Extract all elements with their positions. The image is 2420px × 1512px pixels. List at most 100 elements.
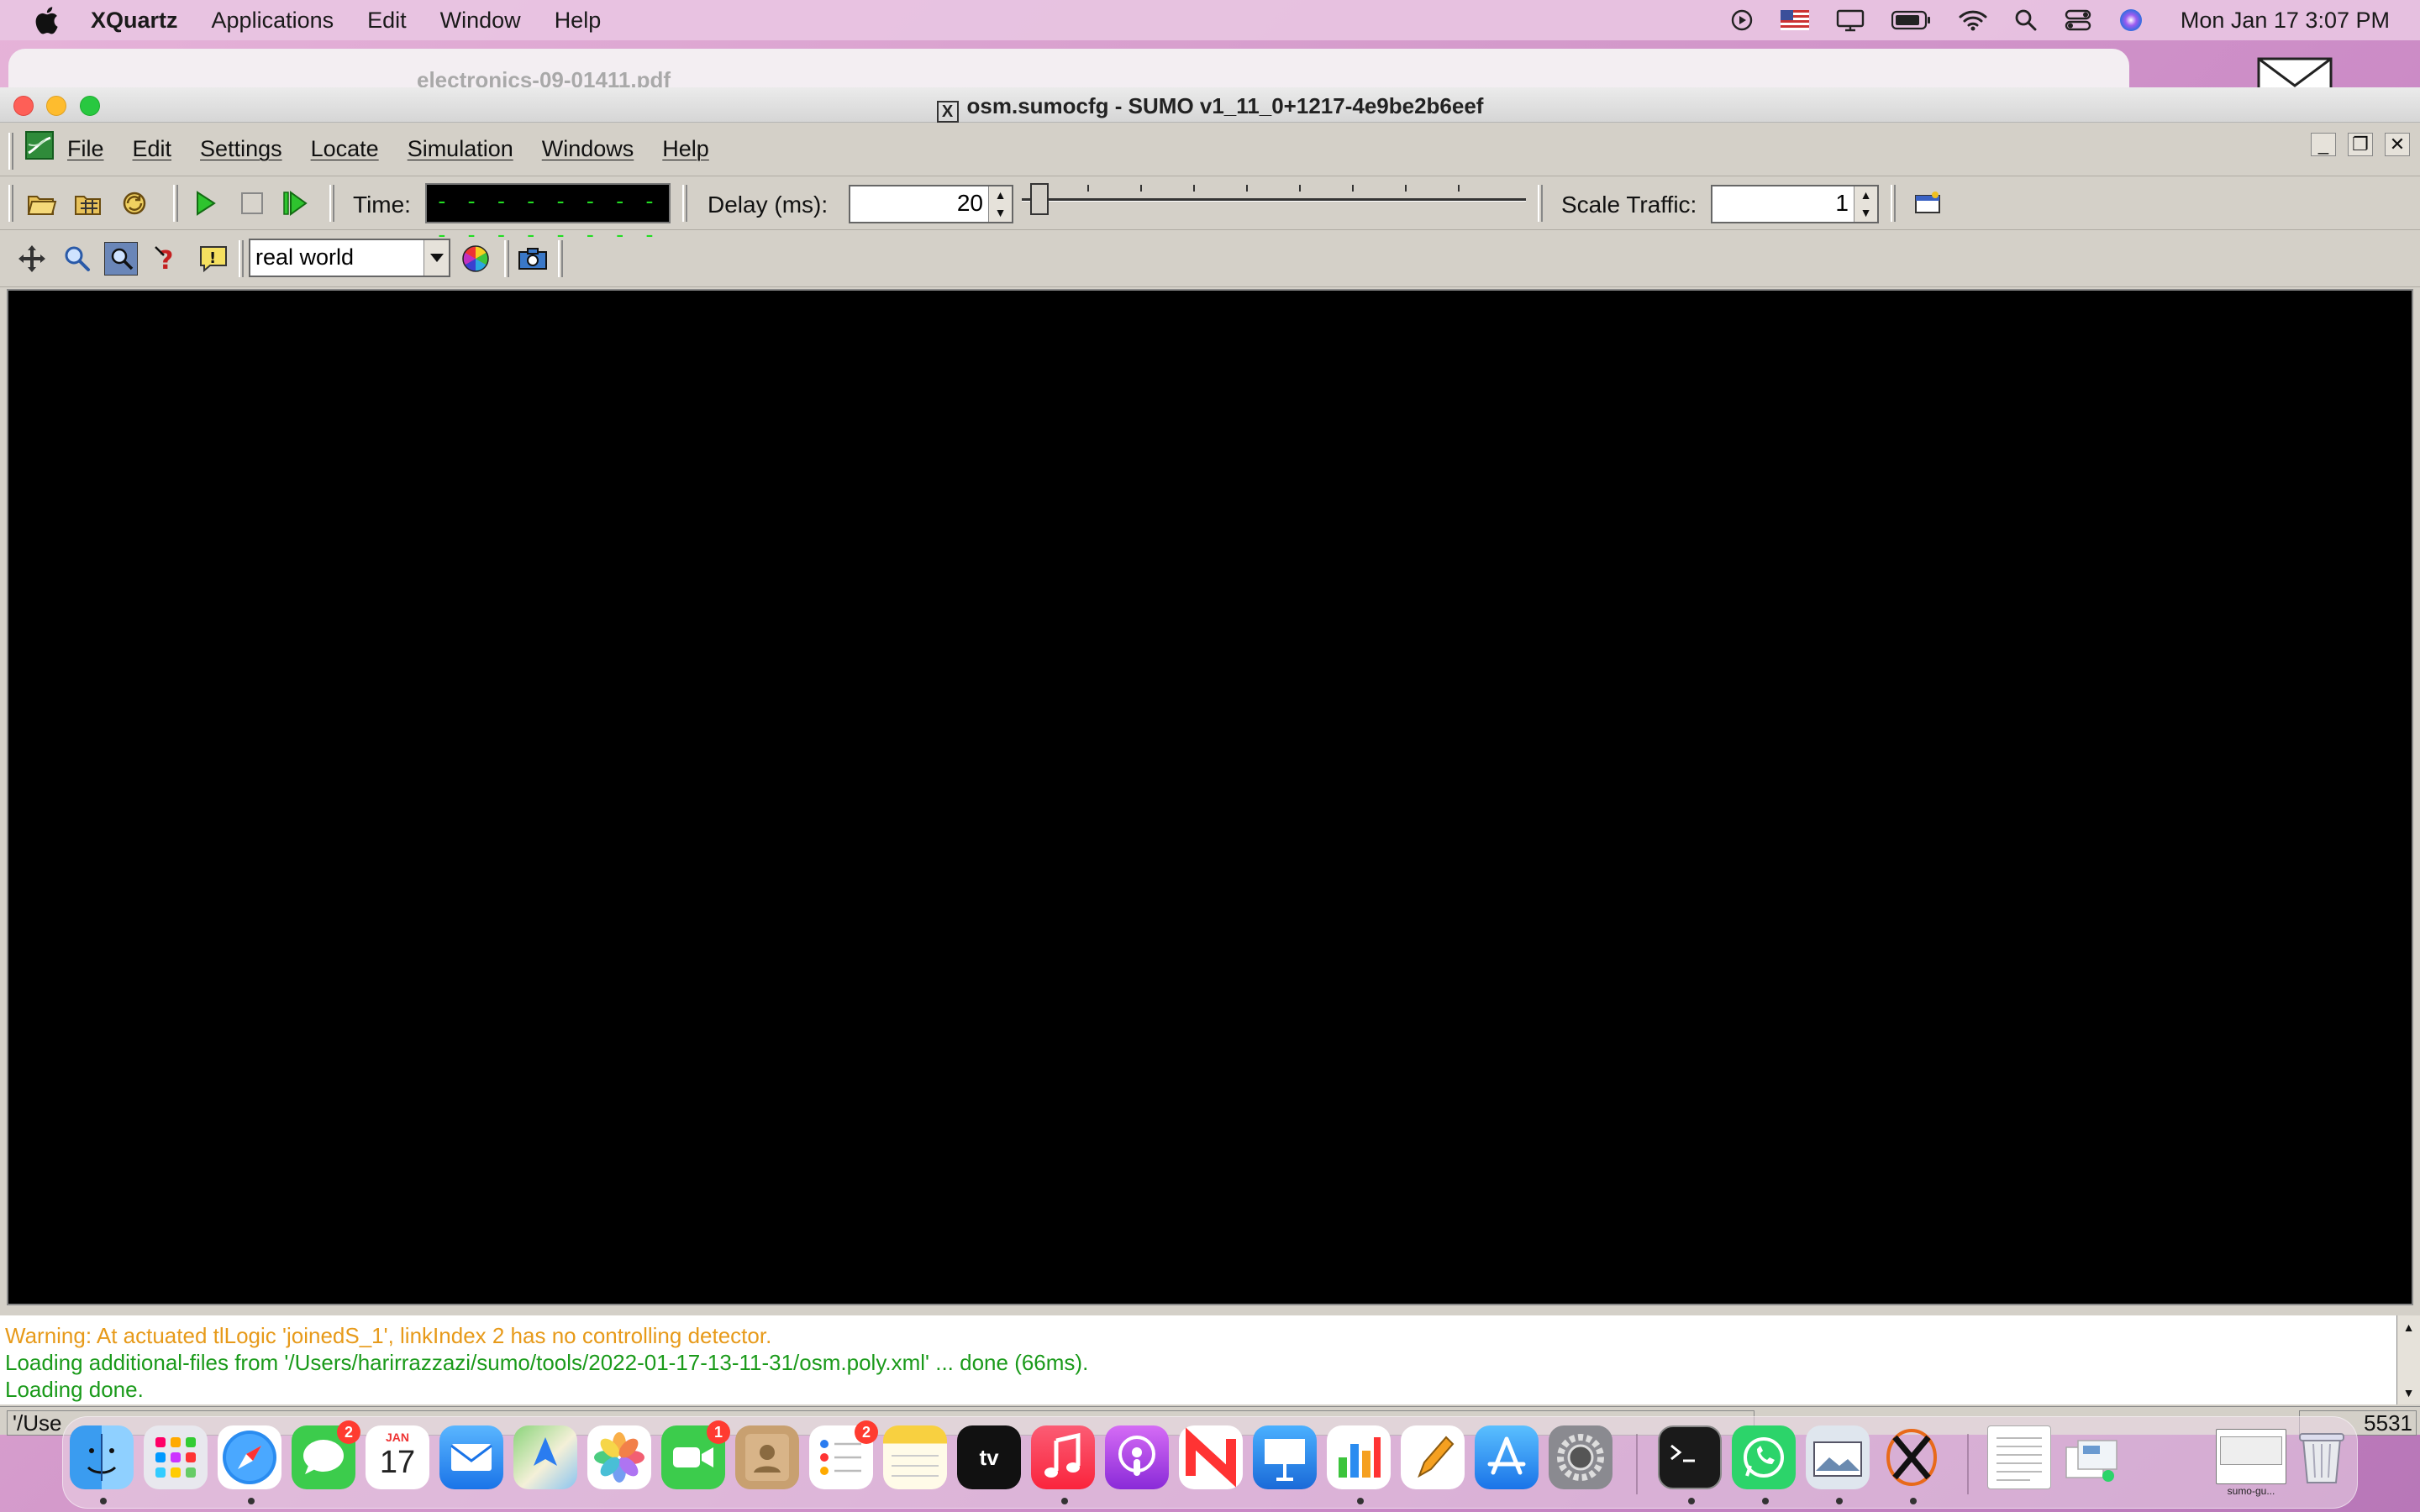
sumo-thumbnail-label: sumo-gu... bbox=[2227, 1485, 2275, 1497]
menu-file[interactable]: File bbox=[67, 136, 104, 162]
chevron-down-icon[interactable] bbox=[424, 240, 449, 276]
sumo-gui-window: Xosm.sumocfg - SUMO v1_11_0+1217-4e9be2b… bbox=[0, 87, 2420, 1436]
menubar-grip[interactable] bbox=[8, 133, 13, 170]
scale-spinner-arrows[interactable]: ▲ ▼ bbox=[1854, 186, 1877, 222]
dock-xquartz[interactable] bbox=[1880, 1425, 1944, 1489]
dock-preview[interactable] bbox=[1806, 1425, 1870, 1489]
simulation-toolbar: Time: Delay (ms): Scale Traffic: bbox=[0, 176, 2420, 230]
spotlight-search-icon[interactable] bbox=[2014, 8, 2038, 32]
new-view-button[interactable] bbox=[1911, 186, 1944, 220]
scale-traffic-spinner[interactable]: 1 ▲ ▼ bbox=[1711, 185, 1879, 223]
preview-photos-icon bbox=[1813, 1441, 1862, 1477]
menu-windows[interactable]: Windows bbox=[542, 136, 634, 162]
screenshot-button[interactable] bbox=[516, 242, 550, 276]
stop-button[interactable] bbox=[235, 186, 269, 220]
recenter-view-button[interactable] bbox=[15, 242, 49, 276]
zoom-button[interactable] bbox=[60, 242, 94, 276]
mdi-minimize-button[interactable]: _ bbox=[2311, 133, 2336, 156]
scroll-down-icon[interactable]: ▼ bbox=[2397, 1381, 2420, 1404]
dock-downloads-stack[interactable] bbox=[2060, 1425, 2123, 1489]
reload-button[interactable] bbox=[118, 186, 151, 220]
apple-icon[interactable] bbox=[34, 6, 59, 34]
dock-pages[interactable] bbox=[1401, 1425, 1465, 1489]
menubar-edit[interactable]: Edit bbox=[367, 8, 407, 34]
running-indicator bbox=[1061, 1498, 1068, 1504]
dock-notes[interactable] bbox=[883, 1425, 947, 1489]
menu-edit[interactable]: Edit bbox=[133, 136, 172, 162]
menu-simulation[interactable]: Simulation bbox=[408, 136, 513, 162]
dock-trash[interactable] bbox=[2290, 1425, 2354, 1489]
dock-news[interactable] bbox=[1179, 1425, 1243, 1489]
siri-icon[interactable] bbox=[2118, 8, 2144, 33]
dock-terminal[interactable] bbox=[1658, 1425, 1722, 1489]
mdi-close-button[interactable]: ✕ bbox=[2385, 133, 2410, 156]
help-query-button[interactable]: ? bbox=[151, 242, 185, 276]
menu-help[interactable]: Help bbox=[662, 136, 709, 162]
camera-icon bbox=[518, 248, 547, 270]
step-button[interactable] bbox=[279, 186, 313, 220]
simulation-canvas[interactable] bbox=[7, 289, 2413, 1305]
dock-contacts[interactable] bbox=[735, 1425, 799, 1489]
dock-safari[interactable] bbox=[218, 1425, 281, 1489]
delay-spinner[interactable]: 20 ▲ ▼ bbox=[849, 185, 1013, 223]
menubar-clock[interactable]: Mon Jan 17 3:07 PM bbox=[2181, 8, 2390, 34]
color-scheme-button[interactable] bbox=[459, 242, 492, 276]
control-center-icon[interactable] bbox=[2065, 8, 2091, 32]
spin-up-icon[interactable]: ▲ bbox=[1854, 186, 1877, 204]
dock-podcasts[interactable] bbox=[1105, 1425, 1169, 1489]
dock-reminders[interactable]: 2 bbox=[809, 1420, 878, 1489]
dock-mail[interactable] bbox=[439, 1425, 503, 1489]
color-scheme-select[interactable]: real world bbox=[249, 239, 450, 277]
dock-minimized-sumo-window[interactable]: sumo-gu... bbox=[2216, 1429, 2286, 1497]
toolbar-grip[interactable] bbox=[8, 185, 13, 222]
open-network-button[interactable] bbox=[72, 186, 106, 220]
menubar-applications[interactable]: Applications bbox=[212, 8, 334, 34]
sumo-app-icon[interactable] bbox=[25, 131, 54, 160]
dock-keynote[interactable] bbox=[1253, 1425, 1317, 1489]
battery-icon[interactable] bbox=[1891, 10, 1932, 30]
menu-locate[interactable]: Locate bbox=[311, 136, 379, 162]
dock-messages[interactable]: 2 bbox=[292, 1420, 360, 1489]
tooltips-toggle-button[interactable]: ! bbox=[197, 242, 230, 276]
menubar-window[interactable]: Window bbox=[440, 8, 521, 34]
dock-whatsapp[interactable] bbox=[1732, 1425, 1796, 1489]
display-icon[interactable] bbox=[1836, 8, 1865, 32]
dock-app-store[interactable] bbox=[1475, 1425, 1539, 1489]
window-titlebar[interactable]: Xosm.sumocfg - SUMO v1_11_0+1217-4e9be2b… bbox=[0, 87, 2420, 123]
svg-text:?: ? bbox=[159, 246, 173, 274]
menubar-help[interactable]: Help bbox=[555, 8, 602, 34]
dock-apple-tv[interactable]: tv bbox=[957, 1425, 1021, 1489]
us-flag-icon[interactable] bbox=[1780, 10, 1809, 30]
locate-button[interactable] bbox=[104, 242, 138, 276]
dock-music[interactable] bbox=[1031, 1425, 1095, 1489]
message-log-scrollbar[interactable]: ▲ ▼ bbox=[2396, 1315, 2420, 1404]
dock-documents-stack[interactable] bbox=[1987, 1425, 2051, 1489]
wifi-icon[interactable] bbox=[1959, 9, 1987, 31]
delay-spinner-arrows[interactable]: ▲ ▼ bbox=[988, 186, 1012, 222]
spin-down-icon[interactable]: ▼ bbox=[989, 204, 1012, 222]
dock-calendar[interactable]: JAN 17 bbox=[366, 1425, 429, 1489]
spin-down-icon[interactable]: ▼ bbox=[1854, 204, 1877, 222]
dock-facetime[interactable]: 1 bbox=[661, 1420, 730, 1489]
gear-icon bbox=[1557, 1434, 1604, 1481]
dock-finder[interactable] bbox=[70, 1425, 134, 1489]
open-simulation-button[interactable] bbox=[25, 186, 59, 220]
mdi-restore-button[interactable]: ❐ bbox=[2348, 133, 2373, 156]
menubar-app-name[interactable]: XQuartz bbox=[91, 8, 178, 34]
screen-record-icon[interactable] bbox=[1730, 8, 1754, 32]
stop-icon bbox=[241, 192, 263, 214]
run-button[interactable] bbox=[188, 186, 222, 220]
menu-settings[interactable]: Settings bbox=[200, 136, 282, 162]
scroll-up-icon[interactable]: ▲ bbox=[2397, 1315, 2420, 1339]
dock-numbers[interactable] bbox=[1327, 1425, 1391, 1489]
dock-system-preferences[interactable] bbox=[1549, 1425, 1612, 1489]
slider-tick bbox=[1405, 185, 1407, 192]
delay-slider-thumb[interactable] bbox=[1030, 183, 1049, 215]
spin-up-icon[interactable]: ▲ bbox=[989, 186, 1012, 204]
running-indicator bbox=[248, 1498, 255, 1504]
dock-photos[interactable] bbox=[587, 1425, 651, 1489]
toolbar-separator bbox=[329, 185, 334, 222]
delay-slider-track[interactable] bbox=[1022, 198, 1526, 202]
dock-launchpad[interactable] bbox=[144, 1425, 208, 1489]
dock-maps[interactable] bbox=[513, 1425, 577, 1489]
